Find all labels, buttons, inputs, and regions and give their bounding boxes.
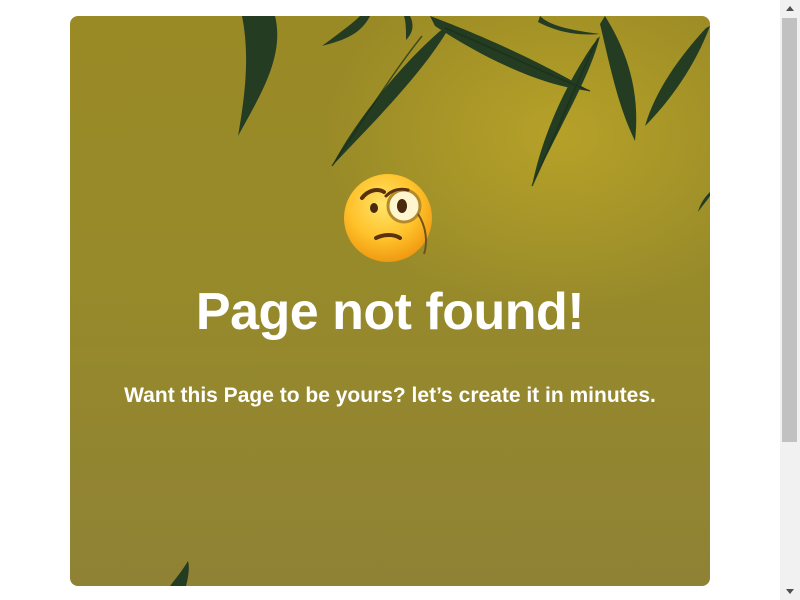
scrollbar-thumb[interactable] <box>782 18 797 442</box>
face-with-monocle-icon <box>344 174 432 262</box>
vertical-scrollbar[interactable] <box>780 0 800 600</box>
page-subtitle: Want this Page to be yours? let’s create… <box>124 384 656 407</box>
page-title: Page not found! <box>195 283 585 341</box>
not-found-card: Page not found! Want this Page to be you… <box>70 16 710 586</box>
scroll-down-arrow-icon[interactable] <box>780 583 800 600</box>
scroll-up-arrow-icon[interactable] <box>780 0 800 17</box>
